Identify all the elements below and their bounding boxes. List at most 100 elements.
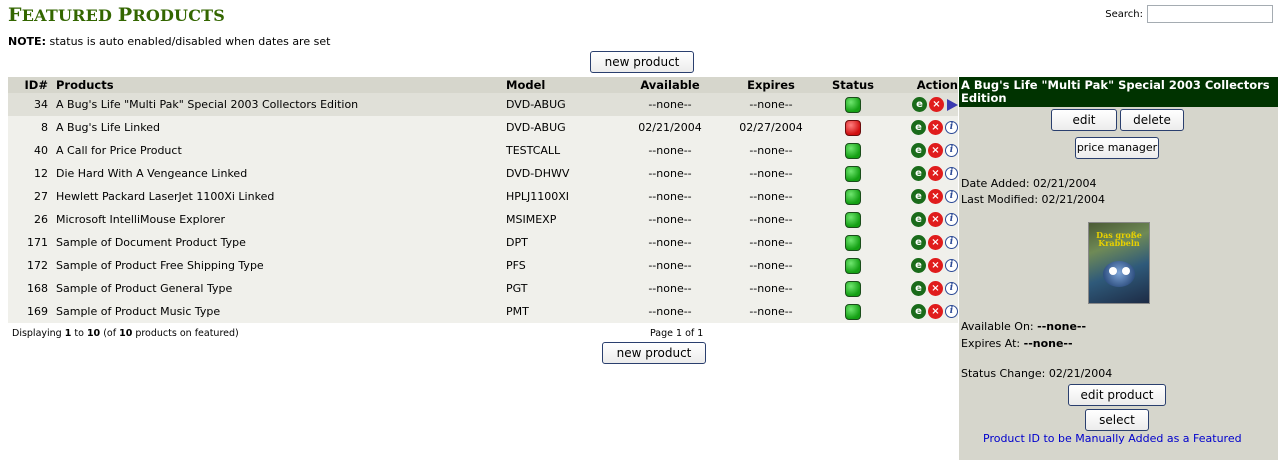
table-row[interactable]: 171 Sample of Document Product Type DPT --n… — [8, 231, 958, 254]
edit-icon[interactable]: e — [911, 212, 926, 227]
status-green-icon[interactable] — [845, 257, 861, 274]
search-input[interactable] — [1147, 5, 1273, 23]
last-modified: Last Modified: 02/21/2004 — [961, 193, 1105, 206]
delete-icon[interactable]: × — [928, 120, 943, 135]
row-model: HPLJ1100XI — [506, 190, 570, 203]
row-model: DVD-ABUG — [506, 121, 566, 134]
row-actions: e × i — [883, 162, 958, 185]
info-icon[interactable]: i — [945, 121, 958, 134]
status-green-icon[interactable] — [845, 96, 861, 113]
edit-icon[interactable]: e — [912, 97, 927, 112]
status-green-icon[interactable] — [845, 188, 861, 205]
table-row[interactable]: 8 A Bug's Life Linked DVD-ABUG 02/21/2004 02… — [8, 116, 958, 139]
date-added: Date Added: 02/21/2004 — [961, 177, 1097, 190]
featured-products-page: FEATURED PRODUCTS Search: NOTE: status i… — [0, 0, 1278, 468]
delete-icon[interactable]: × — [928, 212, 943, 227]
row-model: PGT — [506, 282, 528, 295]
delete-icon[interactable]: × — [929, 97, 944, 112]
col-header-status: Status — [823, 77, 883, 93]
row-status — [823, 139, 883, 162]
delete-icon[interactable]: × — [928, 143, 943, 158]
table-row[interactable]: 34 A Bug's Life "Multi Pak" Special 2003 … — [8, 93, 958, 116]
delete-icon[interactable]: × — [928, 304, 943, 319]
row-id: 172 — [27, 259, 48, 272]
row-actions: e × i — [883, 116, 958, 139]
edit-icon[interactable]: e — [911, 189, 926, 204]
delete-icon[interactable]: × — [928, 258, 943, 273]
new-product-button-top[interactable]: new product — [590, 51, 694, 73]
row-expires: --none-- — [749, 190, 793, 203]
row-actions: e × i — [883, 208, 958, 231]
new-product-button-bottom[interactable]: new product — [602, 342, 706, 364]
status-green-icon[interactable] — [845, 234, 861, 251]
select-button[interactable]: select — [1085, 409, 1149, 431]
row-expires: 02/27/2004 — [739, 121, 803, 134]
delete-icon[interactable]: × — [928, 189, 943, 204]
row-action-icons: e × i — [911, 166, 958, 181]
edit-icon[interactable]: e — [911, 235, 926, 250]
manual-add-link[interactable]: Product ID to be Manually Added as a Fea… — [983, 432, 1242, 445]
info-icon[interactable]: i — [945, 282, 958, 295]
table-row[interactable]: 26 Microsoft IntelliMouse Explorer MSIMEXP… — [8, 208, 958, 231]
status-red-icon[interactable] — [845, 119, 861, 136]
available-on: Available On: --none-- — [961, 320, 1086, 333]
info-icon[interactable]: i — [945, 167, 958, 180]
row-actions: e × i — [883, 185, 958, 208]
col-header-id: ID# — [8, 77, 56, 93]
status-green-icon[interactable] — [845, 165, 861, 182]
table-row[interactable]: 12 Die Hard With A Vengeance Linked DVD-DH… — [8, 162, 958, 185]
displaying-total: 10 — [119, 328, 133, 339]
title-part-1: EATURED — [21, 6, 118, 25]
edit-icon[interactable]: e — [911, 258, 926, 273]
row-product-name: Microsoft IntelliMouse Explorer — [56, 213, 226, 226]
info-icon[interactable]: i — [945, 305, 958, 318]
row-id: 27 — [34, 190, 48, 203]
row-actions: e × i — [883, 231, 958, 254]
edit-button[interactable]: edit — [1051, 109, 1117, 131]
delete-icon[interactable]: × — [928, 235, 943, 250]
edit-icon[interactable]: e — [911, 143, 926, 158]
info-icon[interactable]: i — [945, 236, 958, 249]
status-green-icon[interactable] — [845, 142, 861, 159]
table-row[interactable]: 172 Sample of Product Free Shipping Type P… — [8, 254, 958, 277]
row-action-icons: e × i — [911, 143, 958, 158]
info-icon[interactable]: i — [945, 190, 958, 203]
price-manager-button[interactable]: price manager — [1075, 137, 1159, 159]
row-action-icons: e × i — [911, 235, 958, 250]
row-id: 8 — [41, 121, 48, 134]
delete-icon[interactable]: × — [928, 281, 943, 296]
delete-button[interactable]: delete — [1120, 109, 1184, 131]
delete-icon[interactable]: × — [928, 166, 943, 181]
status-change: Status Change: 02/21/2004 — [961, 367, 1113, 380]
info-icon[interactable]: i — [945, 259, 958, 272]
edit-icon[interactable]: e — [911, 281, 926, 296]
row-id: 34 — [34, 98, 48, 111]
status-green-icon[interactable] — [845, 303, 861, 320]
table-row[interactable]: 27 Hewlett Packard LaserJet 1100Xi Linked… — [8, 185, 958, 208]
search-label: Search: — [1105, 8, 1143, 20]
info-icon[interactable]: i — [945, 144, 958, 157]
table-row[interactable]: 169 Sample of Product Music Type PMT --none… — [8, 300, 958, 323]
title-cap-2: P — [117, 4, 133, 26]
status-green-icon[interactable] — [845, 211, 861, 228]
row-status — [823, 116, 883, 139]
status-green-icon[interactable] — [845, 280, 861, 297]
edit-product-button[interactable]: edit product — [1068, 384, 1166, 406]
displaying-of-prefix: (of — [100, 328, 120, 339]
table-row[interactable]: 40 A Call for Price Product TESTCALL --none… — [8, 139, 958, 162]
edit-icon[interactable]: e — [911, 304, 926, 319]
title-part-2: RODUCTS — [132, 6, 226, 25]
row-model: DPT — [506, 236, 528, 249]
row-available: --none-- — [648, 190, 692, 203]
row-actions: e × i — [883, 277, 958, 300]
row-action-icons: e × i — [911, 189, 958, 204]
edit-icon[interactable]: e — [911, 166, 926, 181]
available-on-label: Available On: — [961, 320, 1038, 333]
info-icon[interactable]: i — [945, 213, 958, 226]
table-row[interactable]: 168 Sample of Product General Type PGT --no… — [8, 277, 958, 300]
edit-icon[interactable]: e — [911, 120, 926, 135]
expires-at-value: --none-- — [1023, 337, 1073, 350]
product-image: Das große Krabbeln — [1088, 222, 1150, 304]
row-expires: --none-- — [749, 236, 793, 249]
row-expires: --none-- — [749, 144, 793, 157]
